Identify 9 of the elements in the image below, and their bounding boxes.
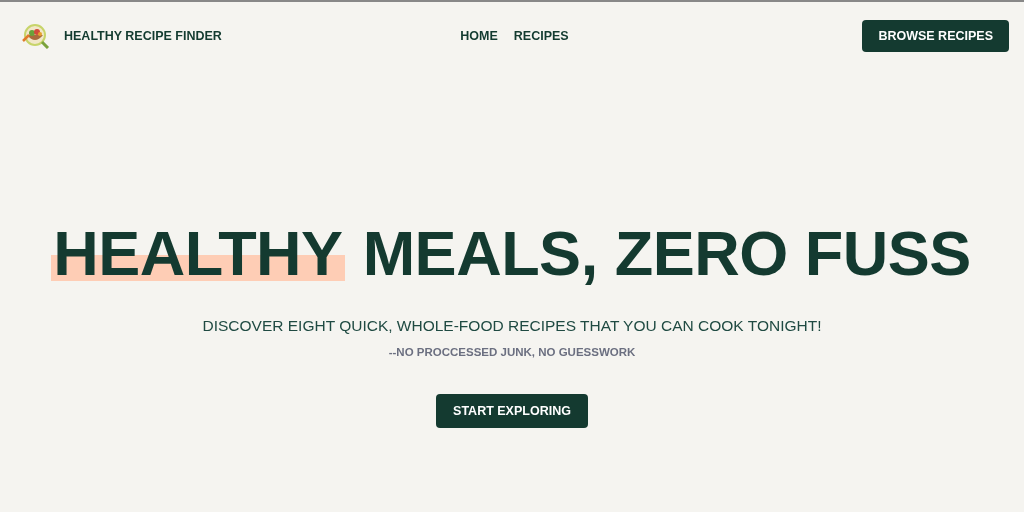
nav-link[interactable]: RECIPES — [513, 29, 569, 43]
hero-tagline: --NO PROCCESSED JUNK, NO GUESSWORK — [388, 346, 636, 358]
nav-link[interactable]: HOME — [460, 29, 498, 43]
heading-text: MEALS, ZERO FUSS — [361, 222, 972, 285]
logo-icon — [20, 23, 50, 49]
start-exploring-button[interactable]: START EXPLORING — [436, 394, 588, 428]
brand-name: HEALTHY RECIPE FINDER — [64, 29, 222, 43]
hero-subtitle: DISCOVER EIGHT QUICK, WHOLE-FOOD RECIPES THAT YOU CAN COOK TONIGHT! — [202, 317, 822, 335]
browse-recipes-button[interactable]: BROWSE RECIPES — [862, 20, 1009, 52]
